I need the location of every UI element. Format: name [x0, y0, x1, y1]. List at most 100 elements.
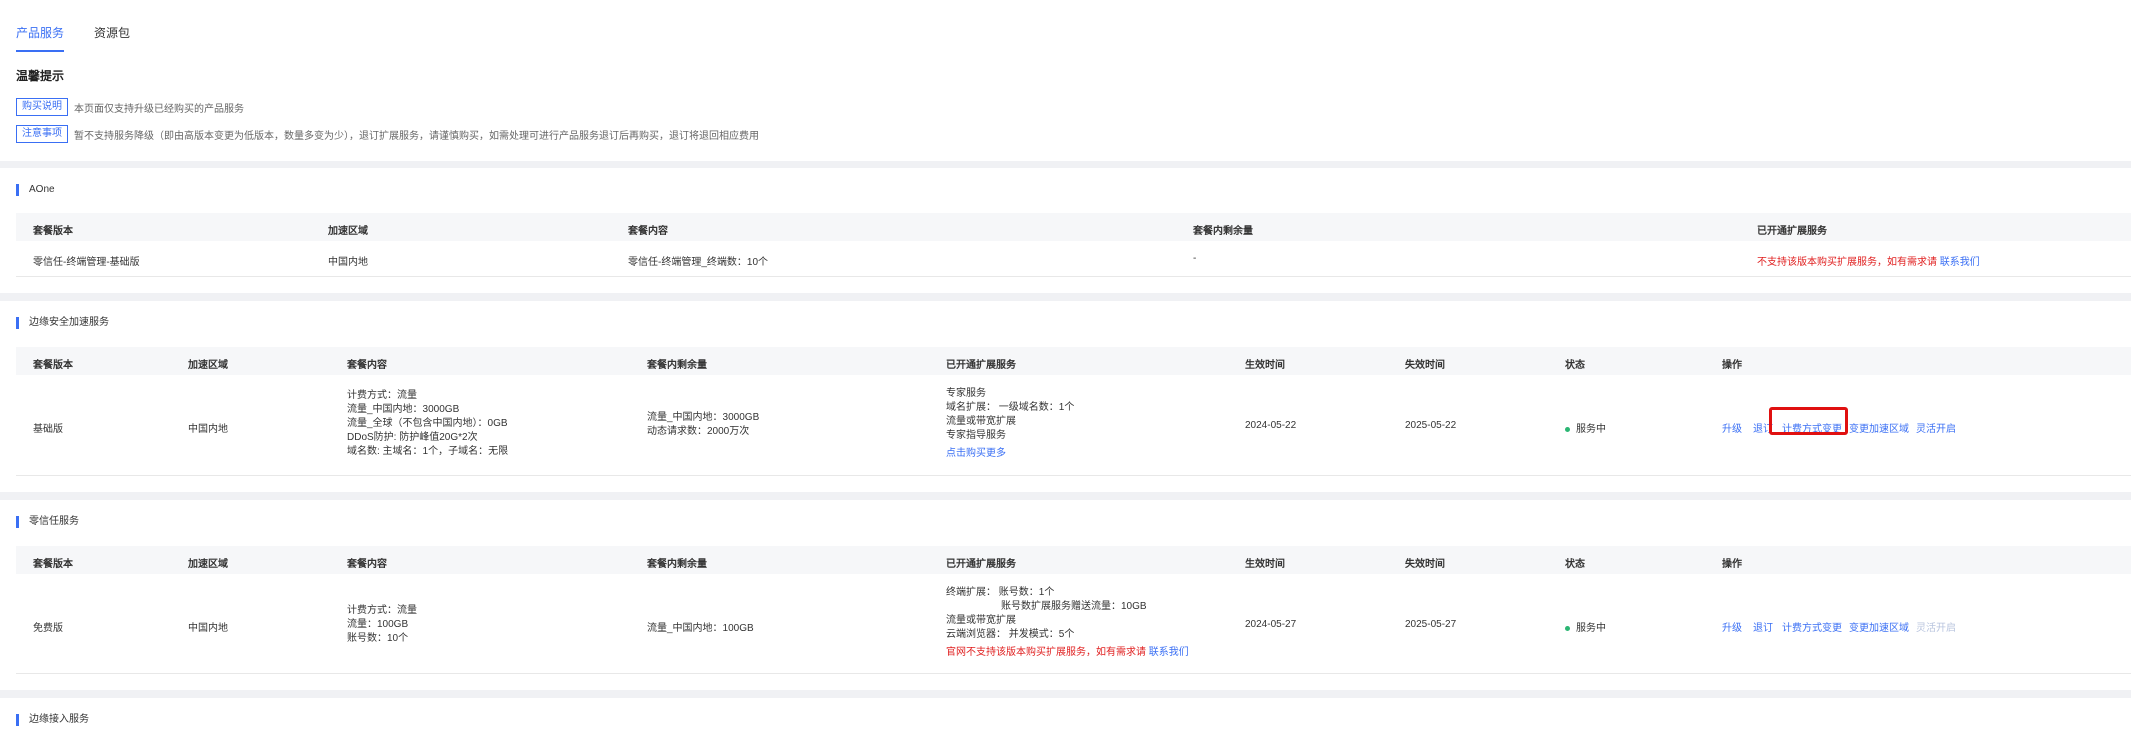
- change-region-button[interactable]: 变更加速区域: [1849, 420, 1909, 435]
- th-status: 状态: [1565, 559, 1585, 570]
- aone-content: 零信任-终端管理_终端数：10个: [628, 257, 769, 268]
- zero-trust-title: 零信任服务: [16, 516, 79, 528]
- zero-trust-card: 零信任服务 套餐版本 加速区域 套餐内容 套餐内剩余量 已开通扩展服务 生效时间…: [0, 500, 2131, 690]
- zt-contact-link[interactable]: 联系我们: [1149, 647, 1189, 658]
- th-version: 套餐版本: [33, 360, 73, 371]
- th-region: 加速区域: [188, 559, 228, 570]
- th-region: 加速区域: [328, 226, 368, 237]
- page: 产品服务 资源包 温馨提示 购买说明 本页面仅支持升级已经购买的产品服务 注意事…: [0, 0, 2131, 742]
- th-region: 加速区域: [188, 360, 228, 371]
- th-content: 套餐内容: [347, 360, 387, 371]
- aone-ext-note: 不支持该版本购买扩展服务，如有需求请: [1757, 257, 1937, 268]
- th-end-time: 失效时间: [1405, 559, 1445, 570]
- th-end-time: 失效时间: [1405, 360, 1445, 371]
- attention-text: 暂不支持服务降级（即由高版本变更为低版本，数量多变为少），退订扩展服务，请谨慎购…: [74, 130, 759, 142]
- edge-version: 基础版: [33, 424, 63, 435]
- edge-ext-line: 专家服务: [946, 388, 986, 399]
- zt-ext-note: 官网不支持该版本购买扩展服务，如有需求请 联系我们: [946, 646, 1189, 660]
- row-divider: [16, 276, 2131, 277]
- zt-content-line: 计费方式：流量: [347, 605, 417, 616]
- aone-extensions: 不支持该版本购买扩展服务，如有需求请 联系我们: [1757, 253, 1980, 268]
- edge-access-card: 边缘接入服务: [0, 698, 2131, 742]
- th-content: 套餐内容: [347, 559, 387, 570]
- zt-end-date: 2025-05-27: [1405, 619, 1457, 630]
- edge-content-line: 域名数: 主域名：1个，子域名：无限: [347, 446, 509, 457]
- zero-trust-table-header: 套餐版本 加速区域 套餐内容 套餐内剩余量 已开通扩展服务 生效时间 失效时间 …: [16, 546, 2131, 574]
- zt-version: 免费版: [33, 623, 63, 634]
- zt-status: 服务中: [1565, 619, 1606, 634]
- th-version: 套餐版本: [33, 226, 73, 237]
- aone-card: AOne 套餐版本 加速区域 套餐内容 套餐内剩余量 已开通扩展服务 零信任-终…: [0, 168, 2131, 293]
- edge-security-title: 边缘安全加速服务: [16, 317, 109, 329]
- flexible-enable-button[interactable]: 灵活开启: [1916, 420, 1956, 435]
- tab-resource-pack[interactable]: 资源包: [94, 24, 130, 52]
- buy-more-link[interactable]: 点击购买更多: [946, 447, 1074, 461]
- aone-version: 零信任-终端管理-基础版: [33, 257, 140, 268]
- zt-content: 计费方式：流量 流量：100GB 账号数：10个: [347, 604, 417, 646]
- edge-end-date: 2025-05-22: [1405, 420, 1457, 431]
- zt-ext-note-text: 官网不支持该版本购买扩展服务，如有需求请: [946, 647, 1146, 658]
- edge-remaining-line: 流量_中国内地：3000GB: [647, 412, 760, 423]
- zt-extensions: 终端扩展： 账号数：1个 账号数扩展服务赠送流量：10GB 流量或带宽扩展 云端…: [946, 586, 1189, 660]
- tip-row-purchase: 购买说明 本页面仅支持升级已经购买的产品服务: [16, 98, 244, 116]
- th-start-time: 生效时间: [1245, 360, 1285, 371]
- th-status: 状态: [1565, 360, 1585, 371]
- th-start-time: 生效时间: [1245, 559, 1285, 570]
- edge-access-title: 边缘接入服务: [16, 714, 89, 726]
- aone-contact-link[interactable]: 联系我们: [1940, 257, 1980, 268]
- tips-title: 温馨提示: [16, 69, 65, 83]
- zt-ext-line: 账号数扩展服务赠送流量：10GB: [1001, 601, 1147, 612]
- th-extensions: 已开通扩展服务: [946, 360, 1016, 371]
- zt-start-date: 2024-05-27: [1245, 619, 1297, 630]
- zt-content-line: 流量：100GB: [347, 619, 409, 630]
- edge-content-line: 流量_全球（不包含中国内地）：0GB: [347, 418, 508, 429]
- highlight-box: [1769, 407, 1848, 435]
- th-remaining: 套餐内剩余量: [1193, 226, 1253, 237]
- zt-region: 中国内地: [188, 623, 228, 634]
- th-remaining: 套餐内剩余量: [647, 360, 707, 371]
- upgrade-button[interactable]: 升级: [1722, 420, 1742, 435]
- edge-status-text: 服务中: [1576, 424, 1606, 435]
- edge-security-table-header: 套餐版本 加速区域 套餐内容 套餐内剩余量 已开通扩展服务 生效时间 失效时间 …: [16, 347, 2131, 375]
- th-content: 套餐内容: [628, 226, 668, 237]
- edge-start-date: 2024-05-22: [1245, 420, 1297, 431]
- aone-region: 中国内地: [328, 257, 368, 268]
- zt-remaining: 流量_中国内地：100GB: [647, 623, 754, 634]
- edge-remaining: 流量_中国内地：3000GB 动态请求数：2000万次: [647, 411, 759, 439]
- unsubscribe-button[interactable]: 退订: [1753, 619, 1773, 634]
- tab-product-service[interactable]: 产品服务: [16, 24, 65, 52]
- edge-security-card: 边缘安全加速服务 套餐版本 加速区域 套餐内容 套餐内剩余量 已开通扩展服务 生…: [0, 301, 2131, 492]
- edge-content-line: 计费方式：流量: [347, 390, 417, 401]
- th-extensions: 已开通扩展服务: [946, 559, 1016, 570]
- zt-ext-line: 云端浏览器： 并发模式：5个: [946, 629, 1075, 640]
- tab-bar: 产品服务 资源包: [16, 24, 130, 52]
- aone-title: AOne: [16, 184, 55, 196]
- zt-status-text: 服务中: [1576, 623, 1606, 634]
- edge-content: 计费方式：流量 流量_中国内地：3000GB 流量_全球（不包含中国内地）：0G…: [347, 389, 508, 459]
- change-region-button[interactable]: 变更加速区域: [1849, 619, 1909, 634]
- purchase-note-tag: 购买说明: [16, 98, 68, 116]
- aone-remaining: -: [1193, 253, 1197, 264]
- flexible-enable-button-disabled: 灵活开启: [1916, 623, 1956, 634]
- th-actions: 操作: [1722, 559, 1742, 570]
- billing-method-change-button[interactable]: 计费方式变更: [1782, 619, 1842, 634]
- zt-ext-line: 流量或带宽扩展: [946, 615, 1016, 626]
- edge-content-line: 流量_中国内地：3000GB: [347, 404, 460, 415]
- edge-ext-line: 域名扩展： 一级域名数：1个: [946, 402, 1075, 413]
- th-remaining: 套餐内剩余量: [647, 559, 707, 570]
- status-dot-icon: [1565, 625, 1570, 631]
- th-extensions: 已开通扩展服务: [1757, 226, 1827, 237]
- edge-content-line: DDoS防护: 防护峰值20G*2次: [347, 432, 478, 443]
- purchase-note-text: 本页面仅支持升级已经购买的产品服务: [74, 103, 244, 115]
- zt-content-line: 账号数：10个: [347, 633, 409, 644]
- edge-region: 中国内地: [188, 424, 228, 435]
- upgrade-button[interactable]: 升级: [1722, 619, 1742, 634]
- tips-card: 产品服务 资源包 温馨提示 购买说明 本页面仅支持升级已经购买的产品服务 注意事…: [0, 0, 2131, 161]
- row-divider: [16, 673, 2131, 674]
- edge-remaining-line: 动态请求数：2000万次: [647, 426, 750, 437]
- zt-ext-line: 终端扩展： 账号数：1个: [946, 587, 1055, 598]
- edge-ext-line: 流量或带宽扩展: [946, 416, 1016, 427]
- tip-row-attention: 注意事项 暂不支持服务降级（即由高版本变更为低版本，数量多变为少），退订扩展服务…: [16, 125, 759, 143]
- aone-table-header: 套餐版本 加速区域 套餐内容 套餐内剩余量 已开通扩展服务: [16, 213, 2131, 241]
- th-version: 套餐版本: [33, 559, 73, 570]
